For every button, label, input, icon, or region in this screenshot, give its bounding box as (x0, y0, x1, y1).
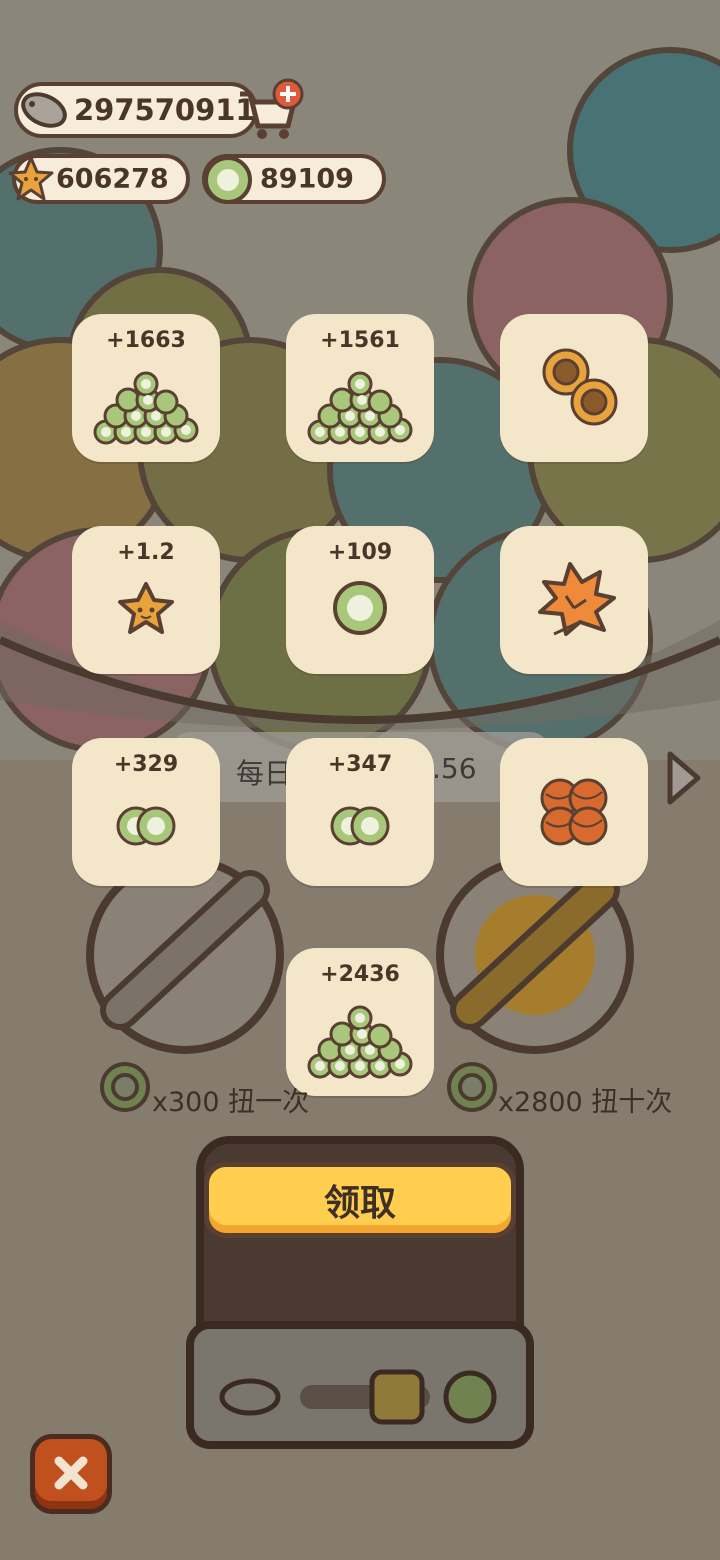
reward-card-4: +1.2 (72, 526, 220, 674)
star-icon (8, 156, 54, 201)
claim-button[interactable]: 领取 (204, 1162, 516, 1238)
star-icon (118, 582, 174, 634)
next-arrow-icon[interactable] (664, 748, 704, 808)
reward-card-3 (500, 314, 648, 462)
reward-card-8: +347 (286, 738, 434, 886)
sunflower-icon (542, 348, 618, 426)
coin-pile-icon (307, 1005, 413, 1079)
coin-pile-icon (93, 371, 199, 445)
reward-card-7: +329 (72, 738, 220, 886)
close-icon (54, 1456, 88, 1490)
fish-count: 297570911 (74, 93, 256, 127)
reward-card-10: +2436 (286, 948, 434, 1096)
ten-pull-cost[interactable]: x2800 扭十次 (498, 1080, 672, 1119)
coin-icon (204, 156, 252, 204)
coin-icon (333, 581, 387, 635)
coin-count: 89109 (260, 163, 354, 195)
two-coins-icon (116, 806, 176, 846)
daily-banner-right: .56 (432, 752, 477, 785)
single-pull-cost[interactable]: x300 扭一次 (152, 1080, 309, 1119)
reward-card-5: +109 (286, 526, 434, 674)
maple-leaf-icon (538, 562, 616, 636)
coin-pile-icon (307, 371, 413, 445)
reward-card-1: +1663 (72, 314, 220, 462)
two-coins-icon (330, 806, 390, 846)
cart-add-icon[interactable] (234, 76, 306, 144)
fish-icon (21, 92, 67, 128)
reward-card-2: +1561 (286, 314, 434, 462)
star-count: 606278 (56, 163, 169, 195)
close-button[interactable] (30, 1434, 112, 1514)
reward-card-9 (500, 738, 648, 886)
reward-card-6 (500, 526, 648, 674)
daily-banner-left: 每日 (236, 757, 293, 790)
yarn-balls-icon (540, 778, 608, 846)
